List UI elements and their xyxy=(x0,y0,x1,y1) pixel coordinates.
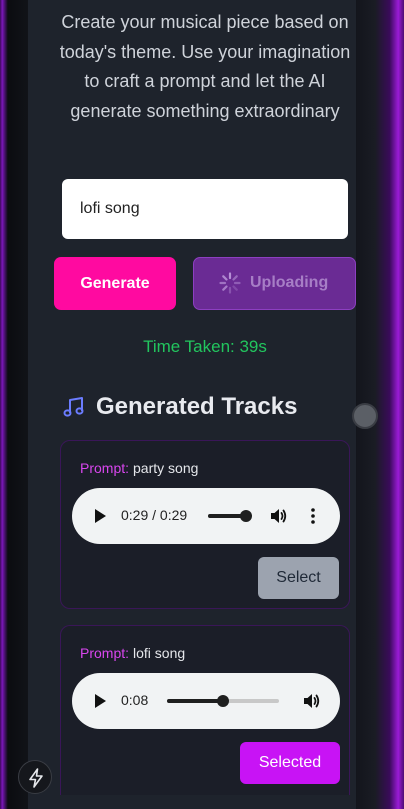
track-card: Prompt: lofi song 0:08 Selected xyxy=(60,625,350,795)
audio-progress-thumb[interactable] xyxy=(217,695,229,707)
intro-text: Create your musical piece based on today… xyxy=(59,12,351,121)
prompt-label: Prompt: xyxy=(80,645,130,661)
quick-action-button[interactable] xyxy=(18,760,52,794)
track-prompt: Prompt: lofi song xyxy=(80,645,185,661)
generated-tracks-heading: Generated Tracks xyxy=(62,390,297,424)
track-prompt: Prompt: party song xyxy=(80,460,198,476)
audio-time: 0:08 xyxy=(121,692,149,708)
audio-time: 0:29 / 0:29 xyxy=(121,507,188,523)
prompt-label: Prompt: xyxy=(80,460,130,476)
prompt-value: lofi song xyxy=(133,645,186,661)
track-card: Prompt: party song 0:29 / 0:29 Select xyxy=(60,440,350,609)
audio-player[interactable]: 0:08 xyxy=(72,673,340,729)
select-track-button[interactable]: Select xyxy=(258,557,339,599)
prompt-input[interactable] xyxy=(62,179,348,239)
more-options-icon[interactable] xyxy=(310,507,316,525)
audio-progress-bar[interactable] xyxy=(167,695,279,707)
play-icon[interactable] xyxy=(94,509,106,523)
app-screen: Create your musical piece based on today… xyxy=(0,0,404,809)
volume-icon[interactable] xyxy=(269,507,287,525)
tracks-heading-label: Generated Tracks xyxy=(96,393,298,420)
left-edge-glow xyxy=(0,0,28,809)
uploading-label: Uploading xyxy=(250,274,329,291)
uploading-button[interactable]: Uploading xyxy=(193,257,356,310)
music-note-icon xyxy=(63,397,84,417)
time-taken-text: Time Taken: 39s xyxy=(143,337,267,356)
selected-track-button[interactable]: Selected xyxy=(240,742,340,784)
volume-icon[interactable] xyxy=(302,692,320,710)
audio-progress-thumb[interactable] xyxy=(240,510,252,522)
audio-progress-fill xyxy=(167,699,223,703)
audio-progress-bar[interactable] xyxy=(208,510,252,522)
lightning-bolt-icon xyxy=(29,768,43,788)
spinner-icon xyxy=(219,272,241,294)
play-icon[interactable] xyxy=(94,694,106,708)
audio-player[interactable]: 0:29 / 0:29 xyxy=(72,488,340,544)
generate-button[interactable]: Generate xyxy=(54,257,176,310)
scroll-indicator[interactable] xyxy=(352,403,378,429)
prompt-value: party song xyxy=(133,460,199,476)
